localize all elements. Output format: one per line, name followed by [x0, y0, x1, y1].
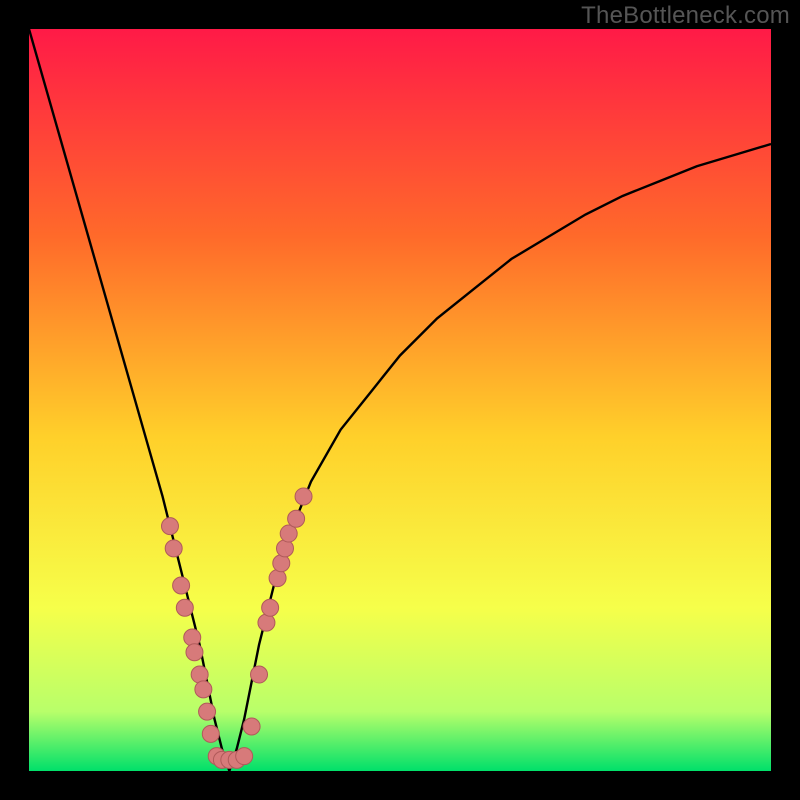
scatter-dot [258, 614, 275, 631]
scatter-dot [173, 577, 190, 594]
scatter-dot [269, 570, 286, 587]
scatter-dot [161, 518, 178, 535]
scatter-dot [280, 525, 297, 542]
scatter-dot [243, 718, 260, 735]
bottleneck-chart [29, 29, 771, 771]
plot-frame [29, 29, 771, 771]
scatter-dot [251, 666, 268, 683]
scatter-dot [276, 540, 293, 557]
scatter-dot [191, 666, 208, 683]
gradient-background [29, 29, 771, 771]
scatter-dot [184, 629, 201, 646]
scatter-dot [295, 488, 312, 505]
scatter-dot [288, 510, 305, 527]
scatter-dot [202, 725, 219, 742]
scatter-dot [236, 748, 253, 765]
scatter-dot [262, 599, 279, 616]
scatter-dot [199, 703, 216, 720]
scatter-dot [176, 599, 193, 616]
scatter-dot [165, 540, 182, 557]
watermark-text: TheBottleneck.com [581, 2, 790, 30]
scatter-dot [186, 644, 203, 661]
scatter-dot [273, 555, 290, 572]
chart-stage: TheBottleneck.com [0, 0, 800, 800]
scatter-dot [195, 681, 212, 698]
